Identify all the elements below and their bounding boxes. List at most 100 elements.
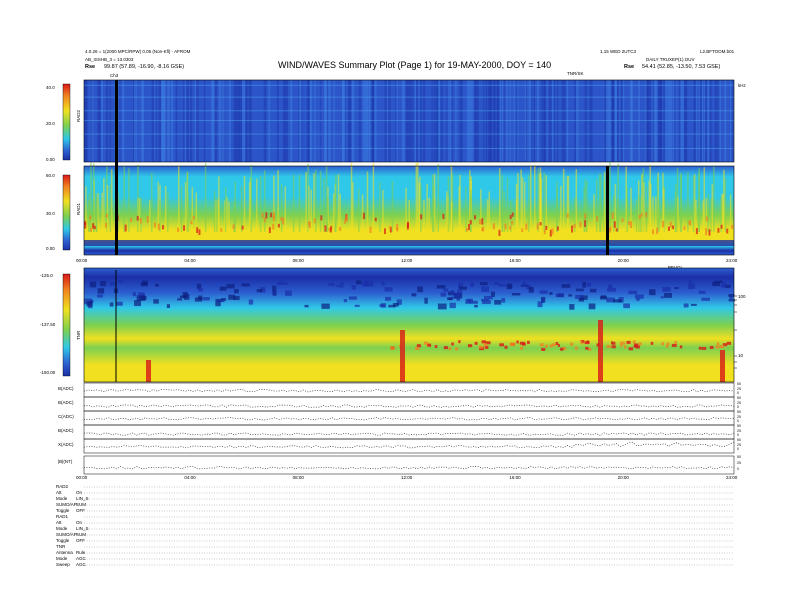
tnr-blue-patch <box>351 285 356 290</box>
rad1-burst <box>515 183 518 232</box>
rad1-hot-spot <box>308 221 311 229</box>
stack-panel-frame <box>83 455 735 475</box>
rad1-burst <box>259 176 262 232</box>
tnr-red-spot <box>545 344 548 348</box>
rad1-hot-spot <box>551 228 554 235</box>
tnr-blue-patch <box>549 292 553 295</box>
rad1-hot-spot <box>362 212 365 220</box>
rad1-burst <box>226 196 228 232</box>
rad1-burst <box>523 181 526 232</box>
tnr-blue-patch <box>599 296 608 300</box>
tnr-blue-patch <box>712 282 720 287</box>
tnr-blue-patch <box>623 303 630 309</box>
rad2-band <box>84 120 734 122</box>
rad1-hot-spot <box>93 225 96 230</box>
rad1-hot-spot <box>383 228 386 235</box>
tnr-red-spot <box>455 347 459 351</box>
rad1-burst <box>521 177 524 232</box>
rad1-burst <box>695 199 697 232</box>
tnr-blue-patch <box>284 282 289 285</box>
tnr-blue-patch <box>586 282 592 287</box>
tnr-red-spot <box>715 345 719 349</box>
rad1-hot-spot <box>241 225 244 230</box>
tnr-blue-patch <box>177 298 183 301</box>
rad1-hot-spot <box>652 229 655 235</box>
rad1-burst <box>167 192 169 232</box>
tnr-blue-patch <box>660 296 664 299</box>
rad1-burst <box>433 173 436 232</box>
rad1-hot-spot <box>124 224 127 232</box>
rad1-burst <box>593 194 595 232</box>
tnr-blue-patch <box>456 289 463 296</box>
rad2-band <box>84 110 734 112</box>
tnr-burst <box>400 330 405 382</box>
rad1-burst <box>656 177 659 232</box>
tnr-red-spot <box>416 344 422 348</box>
rad1-hot-spot <box>473 215 476 220</box>
tnr-blue-patch <box>86 300 93 307</box>
rad1-burst <box>140 197 142 232</box>
rad1-burst <box>446 191 448 232</box>
rad1-burst <box>186 171 189 232</box>
rad1-burst <box>426 183 428 232</box>
tnr-red-spot <box>633 344 638 348</box>
rad1-hot-spot <box>90 227 93 232</box>
tnr-blue-patch <box>636 298 640 301</box>
tnr-blue-patch <box>456 295 461 301</box>
rad1-hot-spot <box>731 224 734 229</box>
tnr-blue-patch <box>649 289 656 296</box>
rad1-burst <box>240 186 243 232</box>
tnr-blue-patch <box>590 288 597 293</box>
rad1-burst <box>458 186 460 232</box>
rad1-hot-spot <box>688 220 691 226</box>
tnr-blue-patch <box>379 304 385 307</box>
rad1-hot-spot <box>656 227 659 235</box>
tnr-blue-patch <box>469 300 478 304</box>
rad1-burst <box>292 174 295 232</box>
rad1-hot-spot <box>566 213 569 218</box>
stack-trace <box>83 404 735 408</box>
tnr-red-spot <box>620 344 623 348</box>
rad1-burst <box>273 175 275 232</box>
tnr-blue-patch <box>356 280 362 285</box>
tnr-blue-patch <box>89 281 97 288</box>
rad1-burst <box>323 178 325 232</box>
rad1-hot-spot <box>313 218 316 224</box>
tnr-blue-patch <box>481 300 491 305</box>
rad1-burst <box>488 191 491 232</box>
tnr-blue-patch <box>132 292 137 297</box>
rad1-hot-spot <box>192 215 195 220</box>
rad1-burst <box>138 198 141 232</box>
tnr-blue-patch <box>348 296 357 300</box>
tnr-blue-patch <box>498 284 506 287</box>
rad1-burst <box>110 169 113 232</box>
rad1-hot-spot <box>469 219 472 225</box>
tnr-blue-patch <box>304 304 309 308</box>
rad1-hot-spot <box>263 217 266 223</box>
tnr-red-spot <box>451 342 454 346</box>
rad1-hot-spot <box>345 214 348 222</box>
rad1-burst <box>643 182 645 232</box>
tnr-blue-patch <box>613 299 622 303</box>
rad1-burst <box>529 166 532 232</box>
tnr-blue-patch <box>506 283 512 290</box>
tnr-red-spot <box>474 341 478 345</box>
rad1-burst <box>711 184 714 232</box>
rad1-burst <box>635 200 638 232</box>
rad1-burst <box>724 178 727 232</box>
rad1-burst <box>137 164 139 232</box>
rad1-burst <box>545 175 548 232</box>
rad1-hot-spot <box>261 212 264 218</box>
tnr-red-spot <box>560 347 564 351</box>
rad1-burst <box>428 197 430 232</box>
tnr-blue-patch <box>241 283 250 287</box>
tnr-blue-patch <box>674 286 679 290</box>
rad1-burst <box>177 165 180 232</box>
tnr-blue-patch <box>196 283 202 289</box>
rad1-burst <box>180 185 183 232</box>
rad1-burst <box>284 186 287 232</box>
rad1-burst <box>379 182 381 232</box>
rad1-burst <box>263 170 266 232</box>
tnr-blue-patch <box>484 295 493 300</box>
rad1-burst <box>517 173 519 232</box>
